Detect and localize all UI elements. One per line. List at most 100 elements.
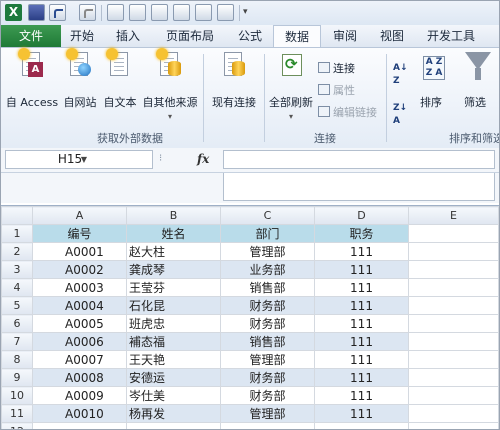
save-icon[interactable] (28, 4, 45, 21)
cell[interactable]: 职务 (314, 224, 409, 243)
filter-button[interactable]: 筛选 (455, 50, 495, 114)
cell[interactable]: A0006 (32, 332, 127, 351)
connections-button[interactable]: 连接 (318, 60, 355, 76)
cell[interactable]: A0010 (32, 404, 127, 423)
sort-button[interactable]: A ZZ A 排序 (413, 50, 449, 114)
cell[interactable]: 财务部 (220, 314, 315, 333)
cell[interactable]: 補态福 (126, 332, 221, 351)
cell[interactable]: 111 (314, 368, 409, 387)
cell[interactable]: 石化昆 (126, 296, 221, 315)
cell[interactable]: A0003 (32, 278, 127, 297)
from-access-button[interactable]: A 自 Access (5, 48, 59, 114)
camera-icon[interactable] (195, 4, 212, 21)
cell[interactable]: 111 (314, 296, 409, 315)
cell[interactable] (408, 242, 499, 261)
cell[interactable] (408, 386, 499, 405)
cell[interactable]: 班虎忠 (126, 314, 221, 333)
formula-input[interactable] (223, 150, 495, 169)
row-header[interactable]: 6 (1, 314, 33, 333)
cell[interactable]: 编号 (32, 224, 127, 243)
cell[interactable] (408, 404, 499, 423)
cell[interactable]: 姓名 (126, 224, 221, 243)
cell[interactable]: 销售部 (220, 278, 315, 297)
cell[interactable]: A0009 (32, 386, 127, 405)
cell[interactable]: 管理部 (220, 350, 315, 369)
cell[interactable] (408, 368, 499, 387)
clear-filter-icon[interactable] (151, 4, 168, 21)
cell[interactable]: 111 (314, 278, 409, 297)
cell[interactable]: 杨再发 (126, 404, 221, 423)
redo-icon[interactable] (79, 4, 96, 21)
cell[interactable]: A0005 (32, 314, 127, 333)
row-header[interactable]: 7 (1, 332, 33, 351)
cell[interactable] (314, 422, 409, 429)
cell[interactable]: 王天艳 (126, 350, 221, 369)
from-web-button[interactable]: 自网站 (61, 48, 99, 114)
tab-developer[interactable]: 开发工具 (415, 25, 487, 47)
chevron-down-icon[interactable]: ▼ (20, 151, 148, 168)
row-header[interactable]: 3 (1, 260, 33, 279)
cell[interactable]: 岑仕美 (126, 386, 221, 405)
tab-formulas[interactable]: 公式 (227, 25, 273, 47)
tab-review[interactable]: 审阅 (321, 25, 369, 47)
tab-insert[interactable]: 插入 (103, 25, 153, 47)
cell[interactable] (408, 332, 499, 351)
cell[interactable] (408, 350, 499, 369)
cell[interactable]: 王莹芬 (126, 278, 221, 297)
row-header[interactable]: 1 (1, 224, 33, 243)
document-icon[interactable] (217, 4, 234, 21)
cell[interactable]: 管理部 (220, 242, 315, 261)
form-icon[interactable] (173, 4, 190, 21)
tab-home[interactable]: 开始 (61, 25, 103, 47)
column-header[interactable]: D (314, 206, 409, 225)
cell[interactable]: 111 (314, 386, 409, 405)
from-text-button[interactable]: 自文本 (101, 48, 139, 114)
cell[interactable] (220, 422, 315, 429)
properties-button[interactable]: 属性 (318, 82, 355, 98)
tab-page-layout[interactable]: 页面布局 (153, 25, 227, 47)
refresh-all-button[interactable]: 全部刷新 ▾ (267, 50, 315, 121)
row-header[interactable]: 9 (1, 368, 33, 387)
row-header[interactable]: 12 (1, 422, 33, 429)
column-header[interactable]: E (408, 206, 499, 225)
cell[interactable] (408, 422, 499, 429)
sort-icon[interactable] (129, 4, 146, 21)
tab-data[interactable]: 数据 (273, 25, 321, 48)
cell[interactable]: 业务部 (220, 260, 315, 279)
cell[interactable]: 部门 (220, 224, 315, 243)
undo-icon[interactable] (49, 4, 66, 21)
cell[interactable] (32, 422, 127, 429)
row-header[interactable]: 5 (1, 296, 33, 315)
cell[interactable]: 财务部 (220, 296, 315, 315)
cell[interactable]: 安德运 (126, 368, 221, 387)
cell[interactable] (408, 260, 499, 279)
row-header[interactable]: 4 (1, 278, 33, 297)
column-header[interactable]: A (32, 206, 127, 225)
cell[interactable]: 111 (314, 260, 409, 279)
insert-function-icon[interactable]: fx (197, 152, 209, 166)
cell[interactable]: 龚成琴 (126, 260, 221, 279)
cell[interactable]: A0008 (32, 368, 127, 387)
cell[interactable]: A0004 (32, 296, 127, 315)
row-header[interactable]: 2 (1, 242, 33, 261)
cell[interactable]: 111 (314, 314, 409, 333)
cell[interactable]: 销售部 (220, 332, 315, 351)
cell[interactable] (408, 224, 499, 243)
row-header[interactable]: 10 (1, 386, 33, 405)
cell[interactable] (408, 278, 499, 297)
customize-toolbar-icon[interactable]: ▾ (243, 7, 248, 17)
row-header[interactable]: 8 (1, 350, 33, 369)
tab-view[interactable]: 视图 (369, 25, 415, 47)
name-box[interactable]: H15 ▼ (5, 150, 153, 169)
edit-links-button[interactable]: 编辑链接 (318, 104, 377, 120)
row-header[interactable]: 11 (1, 404, 33, 423)
cell[interactable]: 赵大柱 (126, 242, 221, 261)
sort-ascending-button[interactable]: A↓ Z (393, 60, 408, 86)
resize-handle-icon[interactable]: ⁝ (159, 153, 169, 165)
from-other-sources-button[interactable]: 自其他来源 ▾ (140, 48, 200, 121)
existing-connections-button[interactable]: 现有连接 (207, 50, 261, 114)
cell[interactable] (126, 422, 221, 429)
cell[interactable]: 111 (314, 242, 409, 261)
cell[interactable]: 111 (314, 350, 409, 369)
cell[interactable]: 111 (314, 404, 409, 423)
